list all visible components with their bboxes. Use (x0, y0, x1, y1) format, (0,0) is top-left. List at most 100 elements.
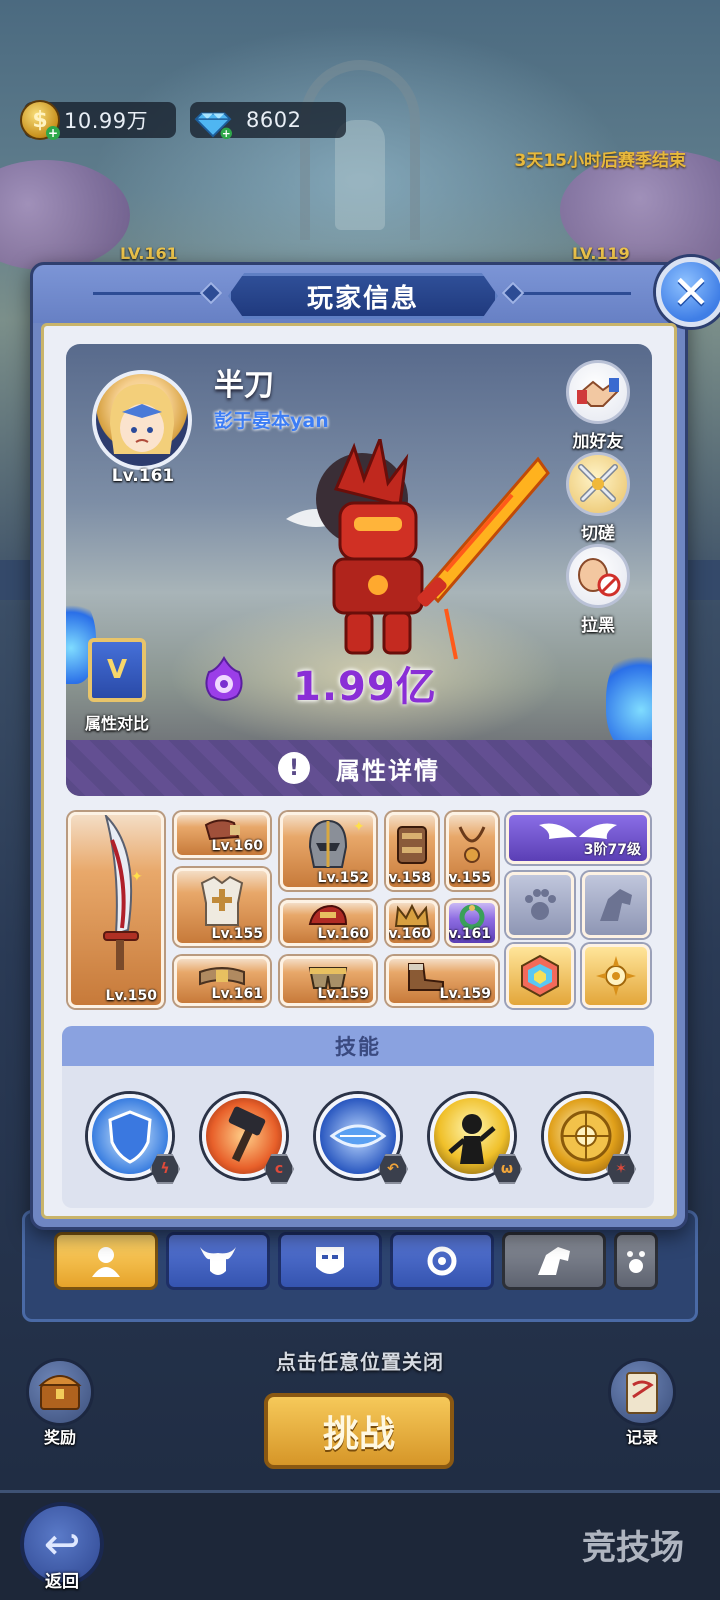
gold-value: 10.99万 (64, 109, 149, 133)
background-level-left: LV.161 (120, 244, 178, 263)
block-label: 拉黑 (581, 616, 615, 636)
player-level: Lv.161 (111, 466, 175, 486)
helmet-icon (308, 820, 348, 869)
diamond-ornament-icon (501, 281, 525, 305)
tab-more[interactable] (614, 1232, 658, 1290)
season-countdown: 3天15小时后赛季结束 (514, 151, 687, 171)
attribute-details-button[interactable]: ! 属性详情 (66, 740, 652, 796)
helmet-slot[interactable]: ✦ Lv.152 (280, 812, 376, 890)
shoulder-level: Lv.160 (317, 926, 369, 942)
sun-emblem-icon (596, 956, 636, 996)
compare-label: 属性对比 (84, 714, 149, 733)
player-info-dialog: 玩家信息 ✕ Lv.161 半刀 彭于晏本yan 加好友 切磋 拉黑 V 属性对… (30, 257, 720, 1230)
tab-spirit[interactable] (390, 1232, 494, 1290)
record-button[interactable]: 记录 (602, 1358, 682, 1448)
dialog-body: Lv.161 半刀 彭于晏本yan 加好友 切磋 拉黑 V 属性对比 1.99亿… (41, 323, 677, 1219)
hero-tab-strip (54, 1232, 658, 1292)
skill-slot-5[interactable]: ✶ (544, 1094, 636, 1184)
necklace-icon (458, 826, 486, 864)
spiral-icon (427, 1246, 457, 1276)
boots-slot[interactable]: Lv.159 (386, 956, 498, 1006)
block-hand-icon (566, 544, 630, 608)
diamond-value: 8602 (246, 108, 302, 132)
wreath-level: Lv.161 (448, 926, 491, 942)
skills-title: 技能 (62, 1026, 654, 1066)
back-button[interactable]: ↩ 返回 (18, 1502, 106, 1592)
wings-level: 3阶77级 (583, 842, 641, 858)
tab-character[interactable] (54, 1232, 158, 1290)
gloves-slot[interactable]: Lv.160 (174, 812, 270, 858)
armor-level: Lv.155 (211, 926, 263, 942)
attribute-details-label: 属性详情 (336, 756, 440, 785)
compare-scroll-icon: V (88, 638, 146, 702)
bracer-slot[interactable]: Lv.158 (386, 812, 438, 890)
purple-flame-icon (205, 656, 243, 701)
pet-slot[interactable] (506, 872, 574, 938)
gem-slot[interactable] (506, 944, 574, 1008)
block-button[interactable]: 拉黑 (556, 544, 640, 636)
gold-coin-icon: $ + (20, 100, 60, 140)
close-icon: ✕ (671, 265, 711, 319)
weapon-slot[interactable]: ✦ Lv.150 (68, 812, 164, 1008)
tab-helmet[interactable] (166, 1232, 270, 1290)
tab-mask[interactable] (278, 1232, 382, 1290)
crossed-swords-icon (566, 452, 630, 516)
gloves-level: Lv.160 (211, 838, 263, 854)
diamond-ornament-icon (199, 281, 223, 305)
dialog-title: 玩家信息 (228, 273, 498, 319)
close-button[interactable]: ✕ (656, 257, 720, 327)
bracer-icon (397, 826, 427, 865)
challenge-button[interactable]: 挑战 (264, 1393, 454, 1469)
skill-slot-3[interactable]: ↶ (316, 1094, 408, 1184)
add-friend-label: 加好友 (572, 432, 624, 452)
horse-head-icon (600, 889, 632, 921)
belt-slot[interactable]: Lv.161 (174, 956, 270, 1006)
player-avatar[interactable]: Lv.161 (88, 370, 198, 486)
avatar (92, 370, 192, 470)
wreath-slot[interactable]: Lv.161 (446, 900, 498, 946)
svg-text:+: + (222, 128, 231, 140)
hero-character-figure (286, 439, 550, 660)
emblem-slot[interactable] (582, 944, 650, 1008)
skill-slot-1[interactable]: ϟ (88, 1094, 180, 1184)
pants-level: Lv.159 (317, 986, 369, 1002)
add-friend-button[interactable]: 加好友 (556, 360, 640, 452)
mount-slot[interactable] (582, 872, 650, 938)
necklace-slot[interactable]: Lv.155 (446, 812, 498, 890)
shoulder-slot[interactable]: Lv.160 (280, 900, 376, 946)
record-label: 记录 (625, 1428, 658, 1447)
scroll-record-icon (608, 1358, 676, 1426)
compare-attributes-button[interactable]: V 属性对比 (72, 634, 162, 734)
exclamation-icon: ! (278, 752, 310, 784)
chest-armor-icon (200, 876, 244, 927)
background-level-right: LV.119 (572, 244, 630, 263)
plus-icon: + (46, 126, 60, 140)
horse-head-icon (538, 1247, 570, 1275)
guild-name: 彭于晏本yan (214, 410, 329, 432)
arena-title: 竞技场 (582, 1528, 684, 1568)
helmet-level: Lv.152 (317, 870, 369, 886)
horned-helmet-icon (200, 1247, 236, 1275)
gold-counter[interactable]: $ + 10.99万 (20, 100, 176, 140)
diamond-icon: + (194, 112, 232, 140)
paw-icon (525, 889, 556, 920)
hero-showcase: Lv.161 半刀 彭于晏本yan 加好友 切磋 拉黑 V 属性对比 1.99亿… (66, 344, 652, 796)
spar-button[interactable]: 切磋 (556, 452, 640, 544)
dialog-header: 玩家信息 (33, 265, 685, 323)
spar-label: 切磋 (581, 524, 615, 544)
ring-level: Lv.160 (388, 926, 431, 942)
skill-slot-4[interactable]: ω (430, 1094, 522, 1184)
boots-level: Lv.159 (439, 986, 491, 1002)
rainbow-gem-icon (521, 954, 559, 998)
reward-button[interactable]: 奖励 (20, 1358, 100, 1448)
tab-mount[interactable] (502, 1232, 606, 1290)
wings-slot[interactable]: 3阶77级 (506, 812, 650, 864)
ring-slot[interactable]: Lv.160 (386, 900, 438, 946)
armor-slot[interactable]: Lv.155 (174, 868, 270, 946)
pants-slot[interactable]: Lv.159 (280, 956, 376, 1006)
skill-slot-2[interactable]: ϲ (202, 1094, 294, 1184)
sword-icon (103, 815, 139, 970)
player-name: 半刀 (214, 368, 274, 403)
bracer-level: Lv.158 (388, 870, 431, 886)
diamond-counter[interactable]: + 8602 (190, 102, 346, 140)
